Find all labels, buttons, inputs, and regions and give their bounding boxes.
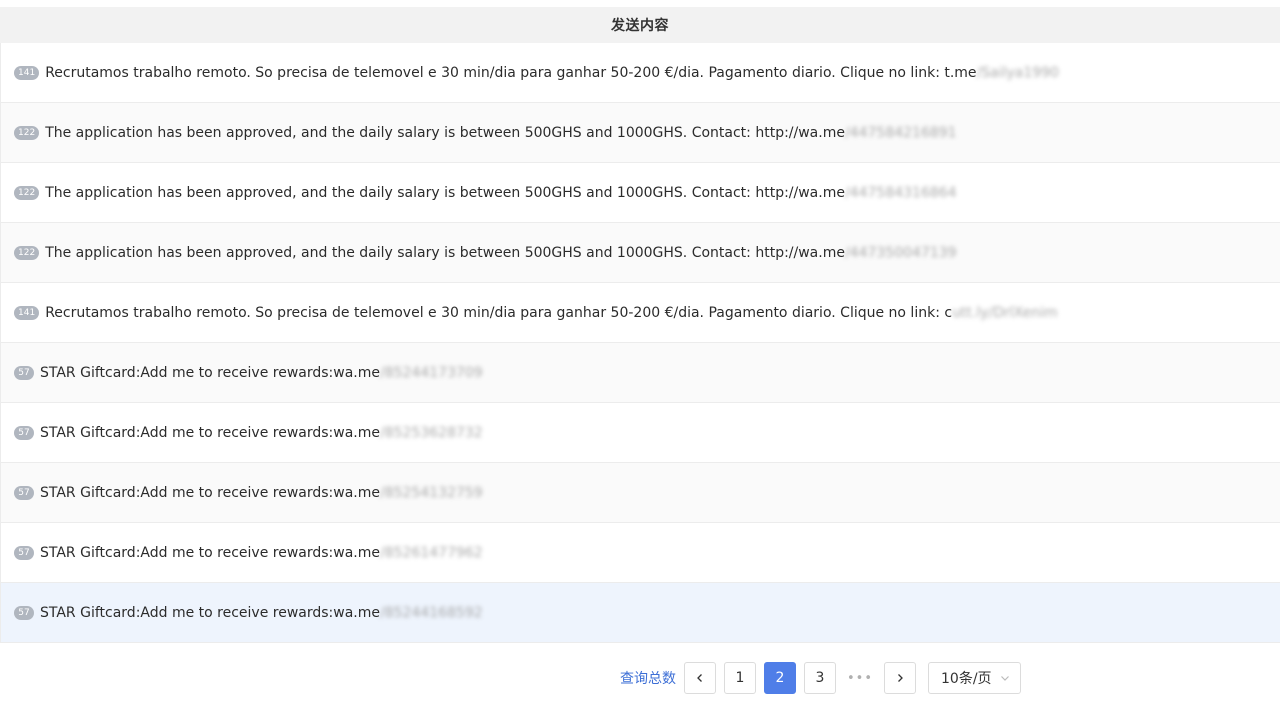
page-1-button[interactable]: 1: [724, 662, 756, 694]
message-text: STAR Giftcard:Add me to receive rewards:…: [40, 424, 381, 441]
table-row[interactable]: 122 The application has been approved, a…: [0, 223, 1280, 283]
message-text: Recrutamos trabalho remoto. So precisa d…: [45, 64, 977, 81]
length-badge: 57: [14, 425, 34, 440]
table-row[interactable]: 57 STAR Giftcard:Add me to receive rewar…: [0, 583, 1280, 643]
message-text: Recrutamos trabalho remoto. So precisa d…: [45, 304, 953, 321]
length-badge: 141: [14, 65, 40, 80]
masked-contact: /85244173709: [380, 364, 483, 381]
masked-contact: /85261477962: [380, 544, 483, 561]
message-table: 发送内容 141 Recrutamos trabalho remoto. So …: [0, 7, 1280, 643]
table-row[interactable]: 122 The application has been approved, a…: [0, 103, 1280, 163]
next-page-button[interactable]: [884, 662, 916, 694]
page-2-button[interactable]: 2: [764, 662, 796, 694]
length-badge: 122: [14, 245, 40, 260]
masked-contact: /85253628732: [380, 424, 483, 441]
more-pages-ellipsis[interactable]: •••: [844, 662, 876, 694]
masked-contact: /85254132759: [380, 484, 483, 501]
prev-page-button[interactable]: [684, 662, 716, 694]
masked-contact: /447584316864: [844, 184, 957, 201]
table-row[interactable]: 141 Recrutamos trabalho remoto. So preci…: [0, 43, 1280, 103]
length-badge: 57: [14, 365, 34, 380]
table-row[interactable]: 141 Recrutamos trabalho remoto. So preci…: [0, 283, 1280, 343]
length-badge: 57: [14, 605, 34, 620]
page-3-button[interactable]: 3: [804, 662, 836, 694]
page-size-value: 10条/页: [941, 671, 992, 687]
table-row[interactable]: 57 STAR Giftcard:Add me to receive rewar…: [0, 343, 1280, 403]
table-row[interactable]: 122 The application has been approved, a…: [0, 163, 1280, 223]
masked-contact: /85244168592: [380, 604, 483, 621]
length-badge: 141: [14, 305, 40, 320]
message-text: STAR Giftcard:Add me to receive rewards:…: [40, 364, 381, 381]
message-text: The application has been approved, and t…: [45, 184, 845, 201]
length-badge: 57: [14, 545, 34, 560]
column-header-label: 发送内容: [611, 18, 669, 34]
table-row[interactable]: 57 STAR Giftcard:Add me to receive rewar…: [0, 403, 1280, 463]
masked-contact: /447584216891: [844, 124, 957, 141]
total-count-link[interactable]: 查询总数: [620, 668, 676, 688]
message-text: The application has been approved, and t…: [45, 244, 845, 261]
length-badge: 57: [14, 485, 34, 500]
message-text: STAR Giftcard:Add me to receive rewards:…: [40, 544, 381, 561]
table-row[interactable]: 57 STAR Giftcard:Add me to receive rewar…: [0, 463, 1280, 523]
column-header-content[interactable]: 发送内容: [0, 7, 1280, 43]
table-row[interactable]: 57 STAR Giftcard:Add me to receive rewar…: [0, 523, 1280, 583]
pagination: 查询总数 1 2 3 ••• 10条/页: [620, 662, 1021, 694]
length-badge: 122: [14, 125, 40, 140]
masked-contact: /Sailya1990: [976, 64, 1060, 81]
message-text: STAR Giftcard:Add me to receive rewards:…: [40, 484, 381, 501]
chevron-down-icon: [1000, 676, 1009, 681]
chevron-left-icon: [697, 674, 702, 682]
masked-contact: /447350047139: [844, 244, 957, 261]
message-text: The application has been approved, and t…: [45, 124, 845, 141]
masked-contact: utt.ly/DrlXenim: [952, 304, 1058, 321]
message-text: STAR Giftcard:Add me to receive rewards:…: [40, 604, 381, 621]
length-badge: 122: [14, 185, 40, 200]
chevron-right-icon: [898, 674, 903, 682]
page-size-select[interactable]: 10条/页: [928, 662, 1021, 694]
